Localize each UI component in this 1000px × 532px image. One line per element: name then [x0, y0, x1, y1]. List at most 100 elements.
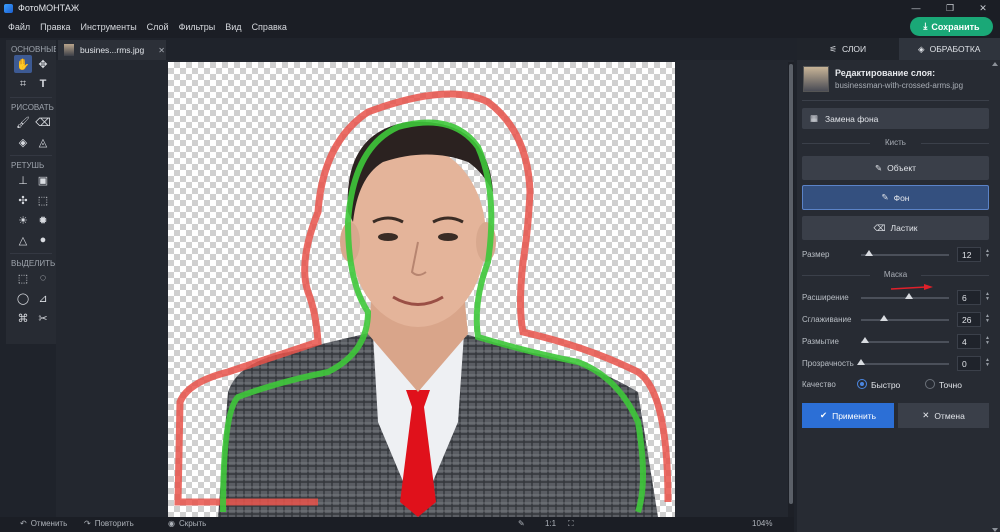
quick-select-icon[interactable]: ⌘: [14, 309, 32, 327]
tab-layers-label: СЛОИ: [841, 44, 867, 54]
expand-spinner[interactable]: ▲ ▼: [985, 292, 990, 302]
tab-layers[interactable]: ⚟ СЛОИ: [797, 38, 899, 60]
blur-tool-icon[interactable]: ●: [34, 231, 52, 249]
polygon-lasso-icon[interactable]: ⊿: [34, 289, 52, 307]
quality-precise-label[interactable]: Точно: [939, 380, 962, 390]
brush-background-label: Фон: [893, 192, 910, 203]
text-tool-icon[interactable]: T: [34, 75, 52, 93]
crop-tool-icon[interactable]: ⌗: [14, 75, 32, 93]
replace-background-button[interactable]: ▦ Замена фона: [802, 108, 989, 129]
opacity-slider[interactable]: [857, 359, 949, 365]
size-spinner[interactable]: ▲ ▼: [985, 249, 990, 259]
divider: [10, 155, 52, 156]
expand-label: Расширение: [802, 293, 849, 302]
menu-file[interactable]: Файл: [3, 22, 35, 32]
panel-tabs: ⚟ СЛОИ ◈ ОБРАБОТКА: [797, 38, 1000, 60]
stamp-tool-icon[interactable]: ⊥: [14, 171, 32, 189]
expand-input[interactable]: 6: [957, 290, 981, 305]
ratio-button[interactable]: 1:1: [545, 519, 556, 528]
sharpen-tool-icon[interactable]: △: [14, 231, 32, 249]
shapes-tool-icon[interactable]: ◬: [34, 133, 52, 151]
close-tab-icon[interactable]: ✕: [158, 46, 165, 55]
blur-slider-thumb[interactable]: [861, 337, 870, 343]
save-button[interactable]: ⤓ Сохранить: [910, 17, 993, 36]
portrait-tool-icon[interactable]: ▣: [34, 171, 52, 189]
menu-filters[interactable]: Фильтры: [174, 22, 221, 32]
menu-layer[interactable]: Слой: [142, 22, 174, 32]
move-tool-icon[interactable]: ✥: [34, 55, 52, 73]
cancel-button[interactable]: ✕ Отмена: [898, 403, 989, 428]
magic-wand-icon[interactable]: ✂: [34, 309, 52, 327]
menu-help[interactable]: Справка: [247, 22, 292, 32]
close-window-button[interactable]: ✕: [966, 0, 1000, 16]
maximize-button[interactable]: ❐: [933, 0, 967, 16]
smooth-slider[interactable]: [861, 315, 949, 321]
smooth-slider-thumb[interactable]: [879, 315, 888, 321]
burn-tool-icon[interactable]: ✹: [34, 211, 52, 229]
eraser-label: Ластик: [890, 223, 918, 233]
bottom-bar: ↶ Отменить ↷ Повторить ◉ Скрыть ✎ 1:1 ⛶ …: [0, 517, 794, 532]
patch-tool-icon[interactable]: ✣: [14, 191, 32, 209]
expand-slider-thumb[interactable]: [905, 293, 914, 299]
undo-button[interactable]: ↶ Отменить: [20, 519, 67, 528]
eraser-button[interactable]: ⌫ Ластик: [802, 216, 989, 240]
size-slider-thumb[interactable]: [865, 250, 873, 256]
save-label: Сохранить: [931, 21, 980, 32]
ellipse-select-icon[interactable]: ◌: [34, 269, 52, 287]
expand-slider[interactable]: [861, 293, 949, 299]
blur-spinner[interactable]: ▲ ▼: [985, 336, 990, 346]
layers-icon: ◈: [918, 43, 925, 54]
opacity-slider-thumb[interactable]: [857, 359, 865, 365]
fill-tool-icon[interactable]: ◈: [14, 133, 32, 151]
redo-button[interactable]: ↷ Повторить: [84, 519, 134, 528]
hide-label: Скрыть: [178, 519, 207, 528]
menu-view[interactable]: Вид: [220, 22, 246, 32]
opacity-slider-row: Прозрачность 0 ▲ ▼: [802, 356, 992, 371]
dodge-tool-icon[interactable]: ☀: [14, 211, 32, 229]
document-tab-label: busines...rms.jpg: [80, 45, 145, 55]
zoom-value[interactable]: 104%: [752, 519, 772, 528]
scrollbar-thumb[interactable]: [789, 64, 793, 504]
menu-tools[interactable]: Инструменты: [76, 22, 142, 32]
opacity-label: Прозрачность: [802, 359, 854, 368]
rect-select-icon[interactable]: ⬚: [14, 269, 32, 287]
smooth-input[interactable]: 26: [957, 312, 981, 327]
pen-icon[interactable]: ✎: [518, 519, 525, 528]
undo-label: Отменить: [30, 519, 68, 528]
blur-slider[interactable]: [861, 337, 949, 343]
canvas-scrollbar[interactable]: [788, 62, 794, 517]
quality-fast-radio[interactable]: [857, 379, 867, 389]
section-retouch: РЕТУШЬ: [11, 161, 45, 170]
face-shape: [350, 147, 486, 327]
quality-fast-label[interactable]: Быстро: [871, 380, 900, 390]
opacity-spinner[interactable]: ▲ ▼: [985, 358, 990, 368]
size-input[interactable]: 12: [957, 247, 981, 262]
minimize-button[interactable]: —: [899, 0, 933, 16]
fit-screen-icon[interactable]: ⛶: [568, 519, 574, 529]
smooth-spinner[interactable]: ▲ ▼: [985, 314, 990, 324]
hand-tool-icon[interactable]: ✋: [14, 55, 32, 73]
blur-input[interactable]: 4: [957, 334, 981, 349]
brush-background-button[interactable]: ✎ Фон: [802, 185, 989, 210]
divider: [921, 143, 989, 144]
document-tab[interactable]: busines...rms.jpg ✕: [58, 40, 166, 60]
menu-edit[interactable]: Правка: [35, 22, 75, 32]
brush-object-button[interactable]: ✎ Объект: [802, 156, 989, 180]
apply-button[interactable]: ✔ Применить: [802, 403, 894, 428]
quality-precise-radio[interactable]: [925, 379, 935, 389]
frame-tool-icon[interactable]: ⬚: [34, 191, 52, 209]
blur-label: Размытие: [802, 337, 839, 346]
app-title: ФотоМОНТАЖ: [18, 3, 80, 13]
panel-scrollbar[interactable]: [992, 62, 998, 532]
download-icon: ⤓: [923, 21, 928, 31]
lasso-select-icon[interactable]: ◯: [14, 289, 32, 307]
opacity-input[interactable]: 0: [957, 356, 981, 371]
expand-slider-row: Расширение 6 ▲ ▼: [802, 290, 992, 305]
hide-button[interactable]: ◉ Скрыть: [168, 519, 206, 528]
image-canvas[interactable]: [168, 62, 675, 517]
eraser-tool-icon[interactable]: ⌫: [34, 113, 52, 131]
brush-tool-icon[interactable]: 🖌: [14, 113, 32, 131]
photo-illustration: [174, 90, 672, 517]
size-slider[interactable]: [861, 250, 949, 256]
tab-processing[interactable]: ◈ ОБРАБОТКА: [898, 38, 1000, 60]
